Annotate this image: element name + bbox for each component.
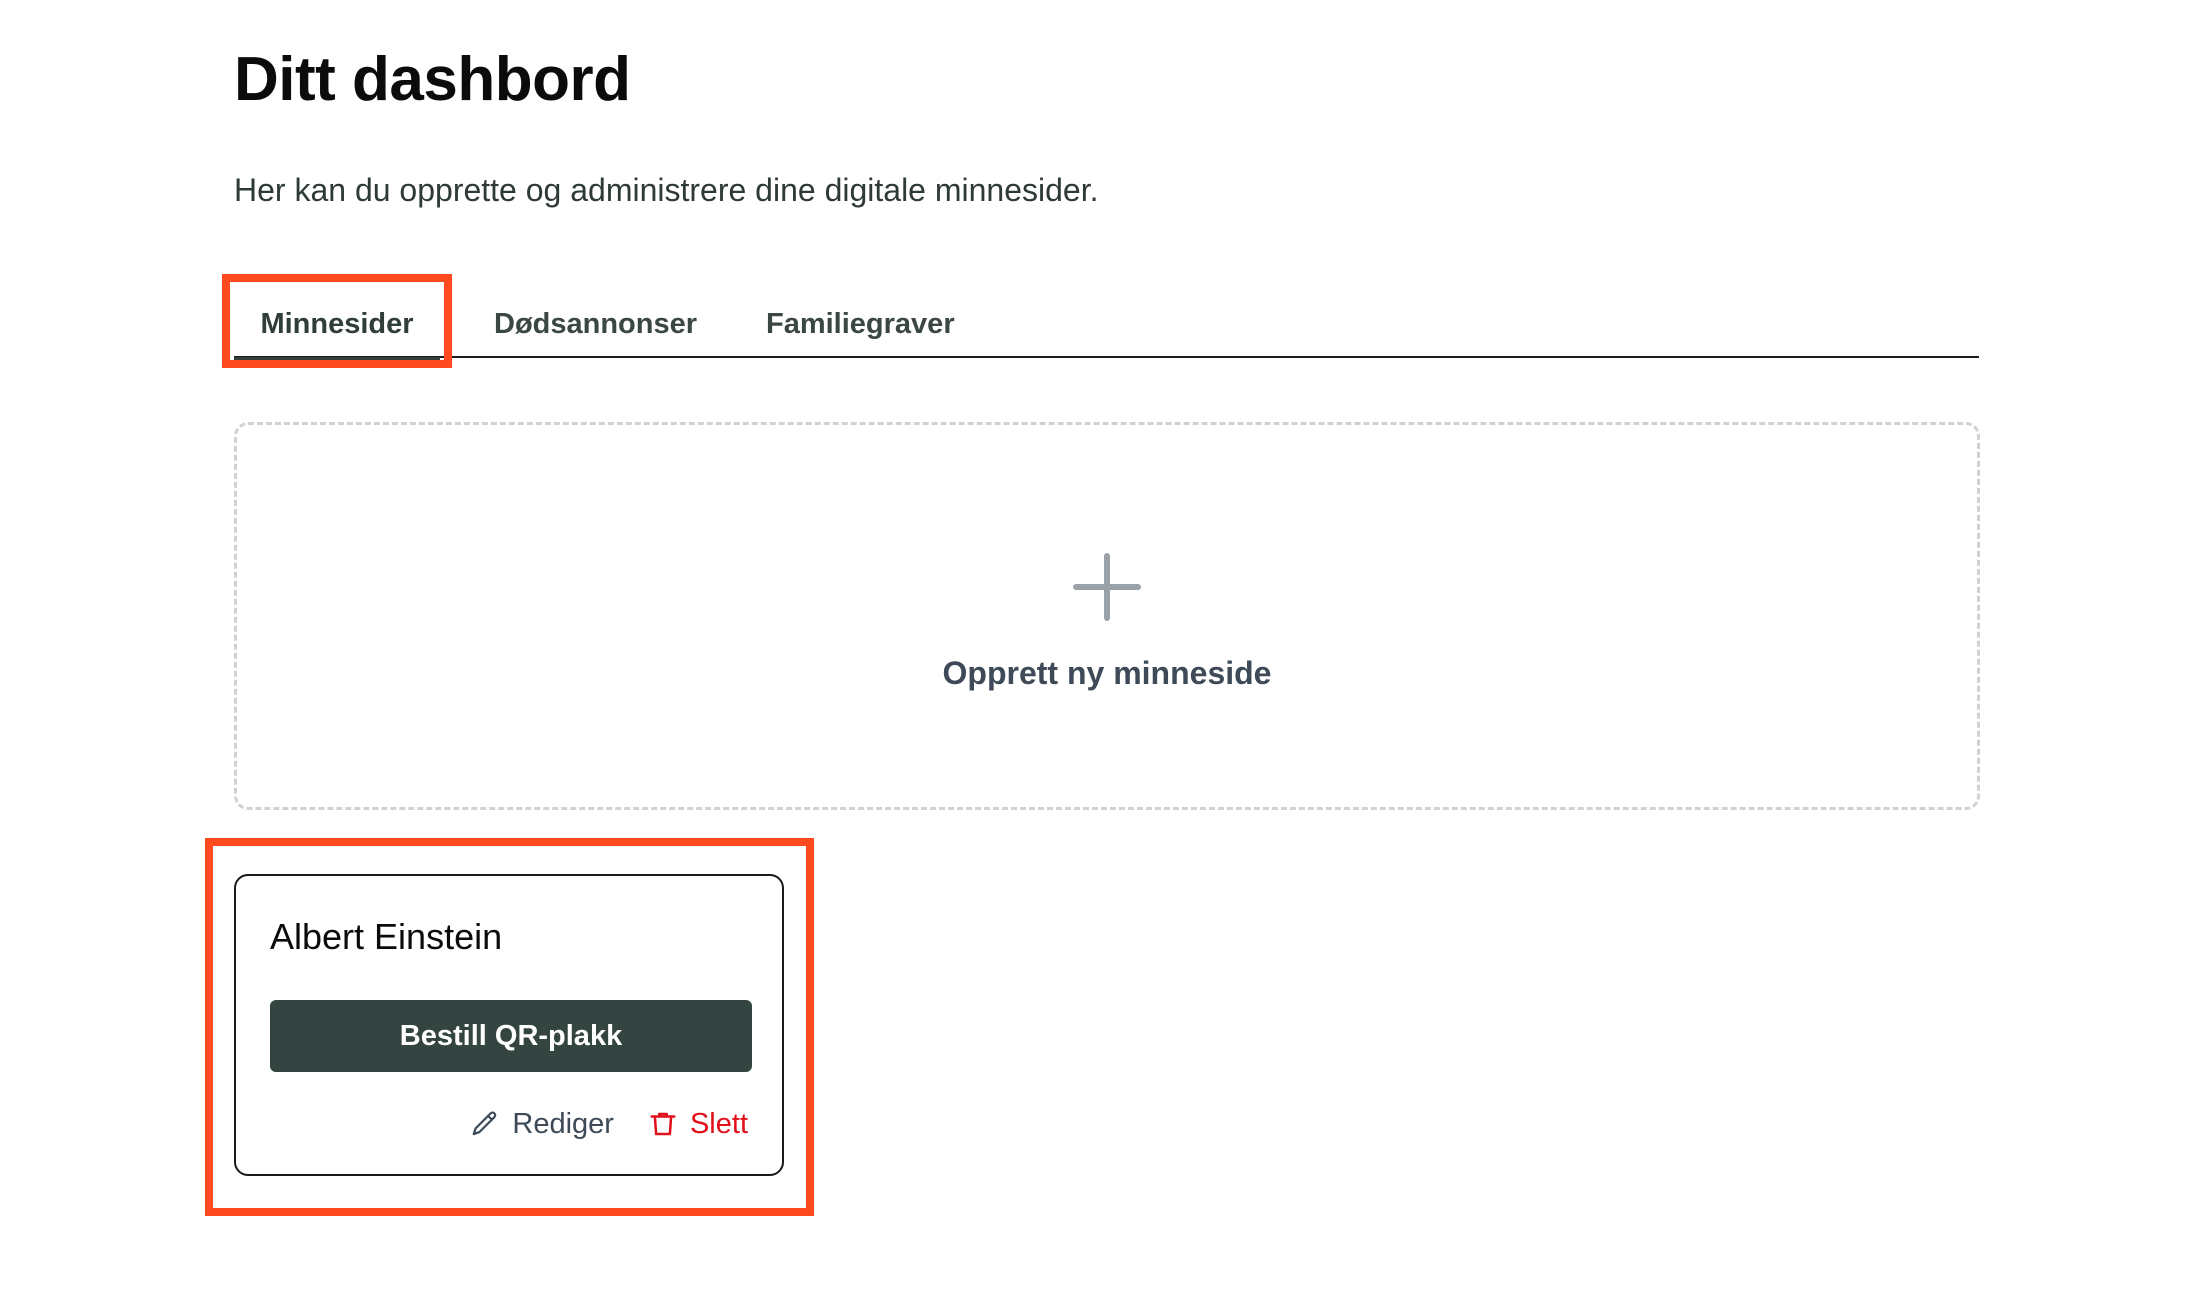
plus-icon xyxy=(1073,553,1141,621)
tab-familiegraver[interactable]: Familiegraver xyxy=(766,290,955,358)
page-subtitle: Her kan du opprette og administrere dine… xyxy=(234,172,1099,208)
card-actions: Rediger Slett xyxy=(470,1104,748,1144)
create-memorial-label: Opprett ny minneside xyxy=(942,655,1272,691)
delete-label: Slett xyxy=(689,1107,748,1140)
trash-icon xyxy=(650,1112,676,1136)
page-title: Ditt dashbord xyxy=(234,45,631,114)
delete-button[interactable]: Slett xyxy=(648,1108,748,1141)
edit-button[interactable]: Rediger xyxy=(470,1108,614,1141)
edit-label: Rediger xyxy=(512,1107,614,1140)
tab-minnesider[interactable]: Minnesider xyxy=(234,290,440,361)
tab-dodsannonser[interactable]: Dødsannonser xyxy=(494,290,697,358)
create-memorial-card[interactable]: Opprett ny minneside xyxy=(234,422,1980,810)
tab-bar: Minnesider Dødsannonser Familiegraver xyxy=(234,290,1979,361)
memorial-card: Albert Einstein Bestill QR-plakk Rediger… xyxy=(234,874,784,1176)
dashboard-page: Ditt dashbord Her kan du opprette og adm… xyxy=(0,0,2194,1296)
memorial-name: Albert Einstein xyxy=(270,916,503,957)
order-qr-plaque-button[interactable]: Bestill QR-plakk xyxy=(270,1000,752,1072)
pencil-icon xyxy=(473,1111,497,1136)
